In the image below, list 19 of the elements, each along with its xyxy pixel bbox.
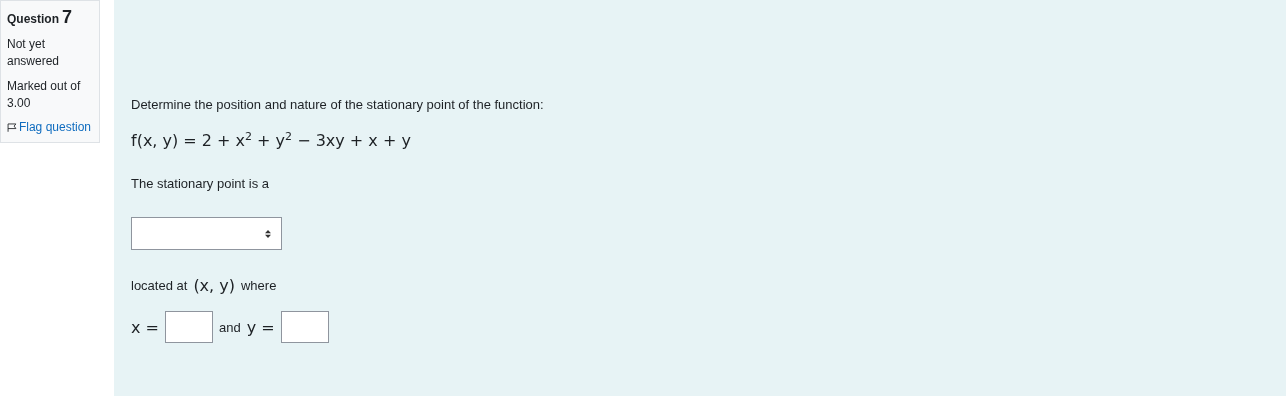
- function-formula: f(x, y) = 2 + x$^{2}$ + y$^{2}$ − 3xy + x + y: [131, 130, 412, 151]
- answer-lead-text: The stationary point is a: [131, 176, 271, 192]
- variable-label: y =: [246, 317, 275, 337]
- flag-icon: [7, 120, 17, 134]
- where-text: where: [240, 278, 277, 294]
- conjunction-text: and: [218, 319, 241, 335]
- question-number: 7: [62, 7, 73, 28]
- answer-field[interactable]: [280, 311, 329, 344]
- located-text: located at: [131, 278, 188, 294]
- question-status: Not yet answered: [7, 36, 61, 70]
- answer-field[interactable]: [164, 311, 213, 344]
- question-label: Question: [7, 12, 59, 26]
- question-grade: Marked out of 3.00: [7, 78, 82, 112]
- flag-question-link[interactable]: Flag question: [7, 120, 91, 134]
- variable-label: x =: [131, 317, 159, 337]
- nature-dropdown[interactable]: [131, 217, 282, 251]
- sort-caret-icon: [265, 229, 271, 238]
- point-notation: (x, y): [193, 276, 235, 296]
- question-prompt: Determine the position and nature of the stationary point of the function:: [131, 97, 545, 112]
